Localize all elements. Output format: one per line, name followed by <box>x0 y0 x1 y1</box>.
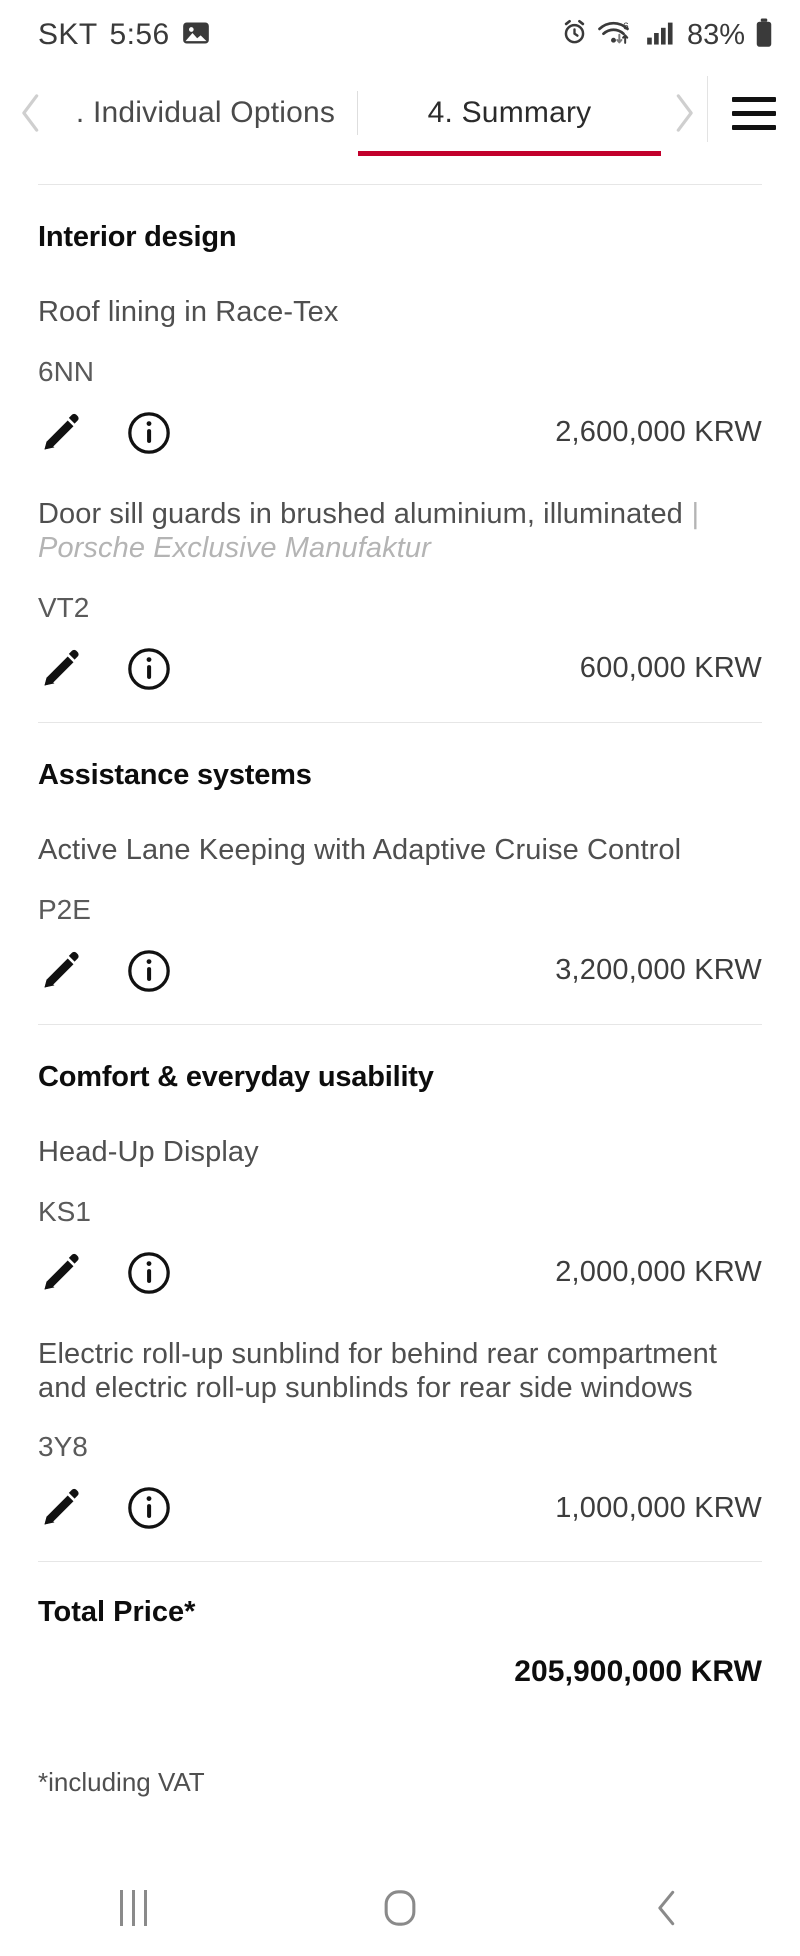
info-circle-icon[interactable] <box>126 1250 218 1296</box>
prev-step-arrow[interactable] <box>8 93 54 133</box>
option-price: 600,000 KRW <box>579 652 762 685</box>
option-code: P2E <box>38 893 91 925</box>
section-title: Interior design <box>38 221 237 253</box>
info-circle-icon[interactable] <box>126 948 218 994</box>
pencil-edit-icon[interactable] <box>38 948 126 994</box>
status-bar: SKT 5:56 6 83% <box>0 0 800 70</box>
alarm-clock-icon <box>561 19 588 51</box>
option-price: 1,000,000 KRW <box>555 1491 762 1524</box>
carrier-label: SKT <box>38 18 98 51</box>
option-action-row: 2,600,000 KRW <box>38 410 762 456</box>
option-item: Roof lining in Race-Tex 6NN 2,600,000 KRW <box>38 296 762 456</box>
option-code: KS1 <box>38 1195 91 1227</box>
option-price: 3,200,000 KRW <box>555 954 762 987</box>
option-name-text: Head-Up Display <box>38 1135 259 1168</box>
battery-icon <box>754 18 774 53</box>
info-circle-icon[interactable] <box>126 1485 218 1531</box>
divider <box>38 184 762 185</box>
tab-summary[interactable]: 4. Summary <box>358 70 661 156</box>
next-step-arrow[interactable] <box>661 93 707 133</box>
option-name: Electric roll-up sunblind for behind rea… <box>38 1338 762 1406</box>
tab-underline-active <box>358 151 661 156</box>
option-name: Head-Up Display <box>38 1136 762 1170</box>
option-name: Active Lane Keeping with Adaptive Cruise… <box>38 834 762 868</box>
pencil-edit-icon[interactable] <box>38 1250 126 1296</box>
option-price: 2,000,000 KRW <box>555 1256 762 1289</box>
svg-text:6: 6 <box>623 20 629 32</box>
tab-label: . Individual Options <box>75 96 336 129</box>
info-circle-icon[interactable] <box>126 410 218 456</box>
option-name-text: Active Lane Keeping with Adaptive Cruise… <box>38 833 682 866</box>
option-price: 2,600,000 KRW <box>555 416 762 449</box>
section-title: Comfort & everyday usability <box>38 1060 434 1093</box>
recents-icon[interactable] <box>43 1860 223 1956</box>
tab-strip: . Individual Options 4. Summary <box>0 70 707 156</box>
vat-note: *including VAT <box>38 1767 205 1798</box>
option-action-row: 3,200,000 KRW <box>38 948 762 994</box>
tab-label: 4. Summary <box>427 96 592 129</box>
summary-content: Interior design Roof lining in Race-Tex 6N… <box>0 156 800 1860</box>
option-code: 6NN <box>38 355 95 387</box>
option-code: VT2 <box>38 591 90 623</box>
divider <box>38 721 762 723</box>
option-name-text: Electric roll-up sunblind for behind rea… <box>38 1337 718 1404</box>
tab-underline <box>54 151 357 156</box>
option-name-text: Roof lining in Race-Tex <box>38 296 339 328</box>
option-action-row: 1,000,000 KRW <box>38 1485 762 1531</box>
pencil-edit-icon[interactable] <box>38 1485 126 1531</box>
status-bar-left: SKT 5:56 <box>38 18 210 52</box>
info-circle-icon[interactable] <box>126 646 218 692</box>
back-icon[interactable] <box>577 1860 757 1956</box>
android-nav-bar <box>0 1860 800 1956</box>
option-item: Electric roll-up sunblind for behind rea… <box>38 1338 762 1532</box>
pencil-edit-icon[interactable] <box>38 410 126 456</box>
divider <box>38 1023 762 1025</box>
tab-individual-options[interactable]: . Individual Options <box>54 70 357 156</box>
pencil-edit-icon[interactable] <box>38 646 126 692</box>
total-price-value: 205,900,000 KRW <box>514 1655 762 1689</box>
option-item: Head-Up Display KS1 2,000,000 KRW <box>38 1136 762 1296</box>
option-item: Door sill guards in brushed aluminium, i… <box>38 498 762 692</box>
clock-label: 5:56 <box>109 18 170 51</box>
total-price-label: Total Price* <box>38 1596 196 1629</box>
home-icon[interactable] <box>310 1860 490 1956</box>
section-title: Assistance systems <box>38 758 312 791</box>
option-action-row: 2,000,000 KRW <box>38 1250 762 1296</box>
battery-percent-label: 83% <box>686 18 745 51</box>
status-bar-right: 6 83% <box>561 18 774 53</box>
tab-header: . Individual Options 4. Summary <box>0 70 800 156</box>
option-action-row: 600,000 KRW <box>38 646 762 692</box>
option-code: 3Y8 <box>38 1431 88 1463</box>
option-item: Active Lane Keeping with Adaptive Cruise… <box>38 834 762 994</box>
option-name: Door sill guards in brushed aluminium, i… <box>38 498 762 566</box>
hamburger-menu-icon[interactable] <box>708 70 800 156</box>
option-name-text: Door sill guards in brushed aluminium, i… <box>38 497 683 530</box>
phone-screen: SKT 5:56 6 83% . Individual Options 4. S… <box>0 0 800 1956</box>
option-name: Roof lining in Race-Tex <box>38 296 762 330</box>
wifi-6-icon: 6 <box>597 19 637 52</box>
image-icon <box>182 19 210 52</box>
cellular-signal-icon <box>646 20 676 51</box>
